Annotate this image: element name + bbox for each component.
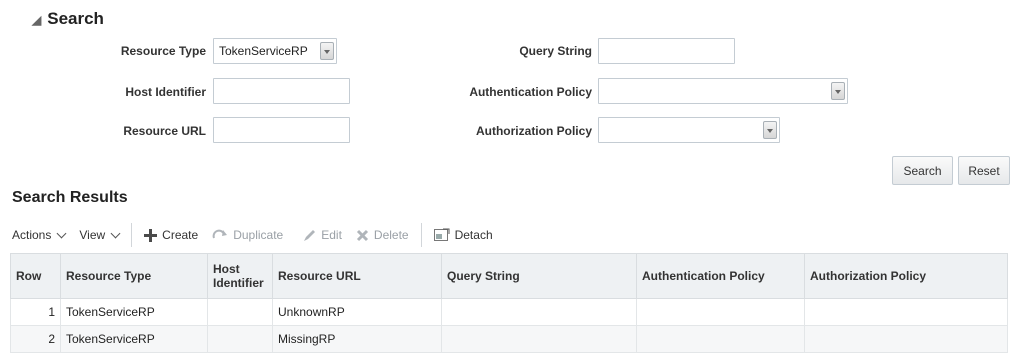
column-header-row[interactable]: Row <box>10 253 61 299</box>
search-results-title: Search Results <box>12 189 128 206</box>
host-identifier-input[interactable] <box>213 78 350 104</box>
toolbar-separator <box>131 223 133 247</box>
cell-row: 1 <box>10 298 61 326</box>
query-string-label: Query String <box>519 44 592 58</box>
chevron-down-icon[interactable] <box>831 82 845 100</box>
duplicate-label: Duplicate <box>233 228 284 242</box>
duplicate-icon <box>212 229 228 241</box>
column-header-authorization-policy[interactable]: Authorization Policy <box>804 253 1008 299</box>
cell-resource-type: TokenServiceRP <box>60 298 208 326</box>
cell-authentication-policy <box>636 298 805 326</box>
chevron-down-icon <box>110 228 121 238</box>
chevron-down-icon <box>56 228 67 238</box>
delete-button[interactable]: Delete <box>356 228 409 242</box>
actions-menu-label: Actions <box>12 228 52 242</box>
cell-query-string <box>441 298 637 326</box>
authentication-policy-label: Authentication Policy <box>469 85 592 99</box>
table-row[interactable]: 1 TokenServiceRP UnknownRP <box>10 298 1008 326</box>
host-identifier-label: Host Identifier <box>125 85 206 99</box>
collapse-triangle-icon[interactable]: ◢ <box>32 13 41 27</box>
chevron-down-icon[interactable] <box>320 42 334 60</box>
column-header-resource-type[interactable]: Resource Type <box>60 253 208 299</box>
edit-button[interactable]: Edit <box>303 228 342 242</box>
cell-host-identifier <box>207 298 273 326</box>
edit-label: Edit <box>321 228 342 242</box>
view-menu-label: View <box>79 228 106 242</box>
cell-authorization-policy <box>804 298 1008 326</box>
cell-resource-url: UnknownRP <box>272 298 442 326</box>
authorization-policy-label: Authorization Policy <box>475 124 592 138</box>
column-header-host-identifier[interactable]: Host Identifier <box>207 253 273 299</box>
resource-type-select[interactable]: TokenServiceRP <box>213 38 337 64</box>
column-header-resource-url[interactable]: Resource URL <box>272 253 442 299</box>
cell-query-string <box>441 325 637 353</box>
toolbar-separator <box>420 223 422 247</box>
plus-icon <box>144 228 158 242</box>
results-table: Row Resource Type Host Identifier Resour… <box>10 253 1008 353</box>
pencil-icon <box>303 229 316 242</box>
view-menu[interactable]: View <box>79 228 121 242</box>
cell-host-identifier <box>207 325 273 353</box>
duplicate-button[interactable]: Duplicate <box>212 228 283 242</box>
table-header-row: Row Resource Type Host Identifier Resour… <box>10 253 1008 299</box>
cell-row: 2 <box>10 325 61 353</box>
query-string-input[interactable] <box>598 38 735 64</box>
resource-url-input[interactable] <box>213 117 350 143</box>
search-section-header[interactable]: ◢ Search <box>32 9 104 29</box>
resource-type-label: Resource Type <box>120 44 206 58</box>
create-label: Create <box>162 228 199 242</box>
cell-authorization-policy <box>804 325 1008 353</box>
authorization-policy-select[interactable] <box>598 117 780 143</box>
results-toolbar: Actions View Create Duplicate Edit Delet… <box>12 222 493 248</box>
resource-url-label: Resource URL <box>123 124 206 138</box>
cell-authentication-policy <box>636 325 805 353</box>
close-icon <box>356 229 369 242</box>
create-button[interactable]: Create <box>144 228 198 242</box>
column-header-query-string[interactable]: Query String <box>441 253 637 299</box>
authentication-policy-select[interactable] <box>598 78 848 104</box>
column-header-authentication-policy[interactable]: Authentication Policy <box>636 253 805 299</box>
search-button[interactable]: Search <box>892 156 953 185</box>
detach-button[interactable]: Detach <box>433 228 493 242</box>
cell-resource-type: TokenServiceRP <box>60 325 208 353</box>
detach-label: Detach <box>454 228 493 242</box>
reset-button[interactable]: Reset <box>958 156 1010 185</box>
delete-label: Delete <box>373 228 409 242</box>
resource-type-value: TokenServiceRP <box>219 44 308 58</box>
table-row[interactable]: 2 TokenServiceRP MissingRP <box>10 325 1008 353</box>
cell-resource-url: MissingRP <box>272 325 442 353</box>
actions-menu[interactable]: Actions <box>12 228 67 242</box>
search-title: Search <box>47 9 104 28</box>
detach-icon <box>433 228 450 242</box>
chevron-down-icon[interactable] <box>763 121 777 139</box>
